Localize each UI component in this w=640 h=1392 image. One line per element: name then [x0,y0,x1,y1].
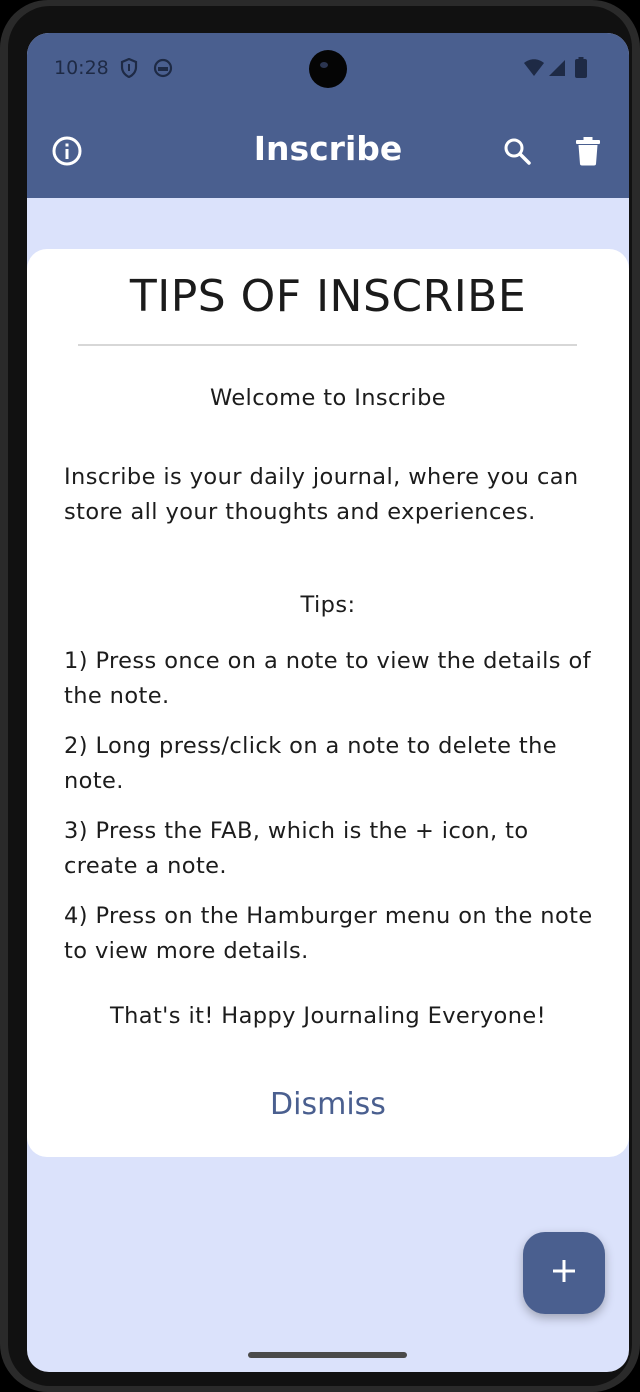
welcome-text: Welcome to Inscribe [209,385,447,411]
delete-all-button[interactable] [568,133,608,173]
tip-item: 1) Press once on a note to view the deta… [64,648,591,709]
wifi-icon [523,59,545,81]
screen: 10:28 Inscribe TIPS OF INSCRIBE Welcome … [27,33,629,1372]
tip-item: 2) Long press/click on a note to delete … [64,733,558,794]
signal-icon [548,59,566,81]
tip-item: 4) Press on the Hamburger menu on the no… [64,903,593,964]
device-bezel: 10:28 Inscribe TIPS OF INSCRIBE Welcome … [8,6,632,1386]
device-frame: 10:28 Inscribe TIPS OF INSCRIBE Welcome … [0,0,640,1392]
plus-icon [551,1258,577,1288]
tips-heading: Tips: [300,592,356,618]
dialog-title: TIPS OF INSCRIBE [129,271,527,322]
tips-dialog: TIPS OF INSCRIBE Welcome to Inscribe Ins… [27,249,629,1157]
tip-item: 3) Press the FAB, which is the + icon, t… [64,818,529,879]
battery-icon [575,57,587,82]
search-icon [502,136,532,170]
dismiss-button[interactable]: Dismiss [27,1087,629,1122]
intro-text: Inscribe is your daily journal, where yo… [64,464,579,525]
app-title: Inscribe [253,129,403,168]
home-indicator[interactable] [248,1352,407,1358]
shield-icon [120,57,138,82]
closing-text: That's it! Happy Journaling Everyone! [109,1003,547,1029]
app-top-bar: 10:28 Inscribe [27,33,629,198]
trash-icon [575,136,601,170]
title-divider [78,344,577,346]
add-note-button[interactable] [523,1232,605,1314]
status-time: 10:28 [54,57,109,79]
app-notification-icon [153,58,173,82]
search-button[interactable] [497,133,537,173]
front-camera [309,50,347,88]
